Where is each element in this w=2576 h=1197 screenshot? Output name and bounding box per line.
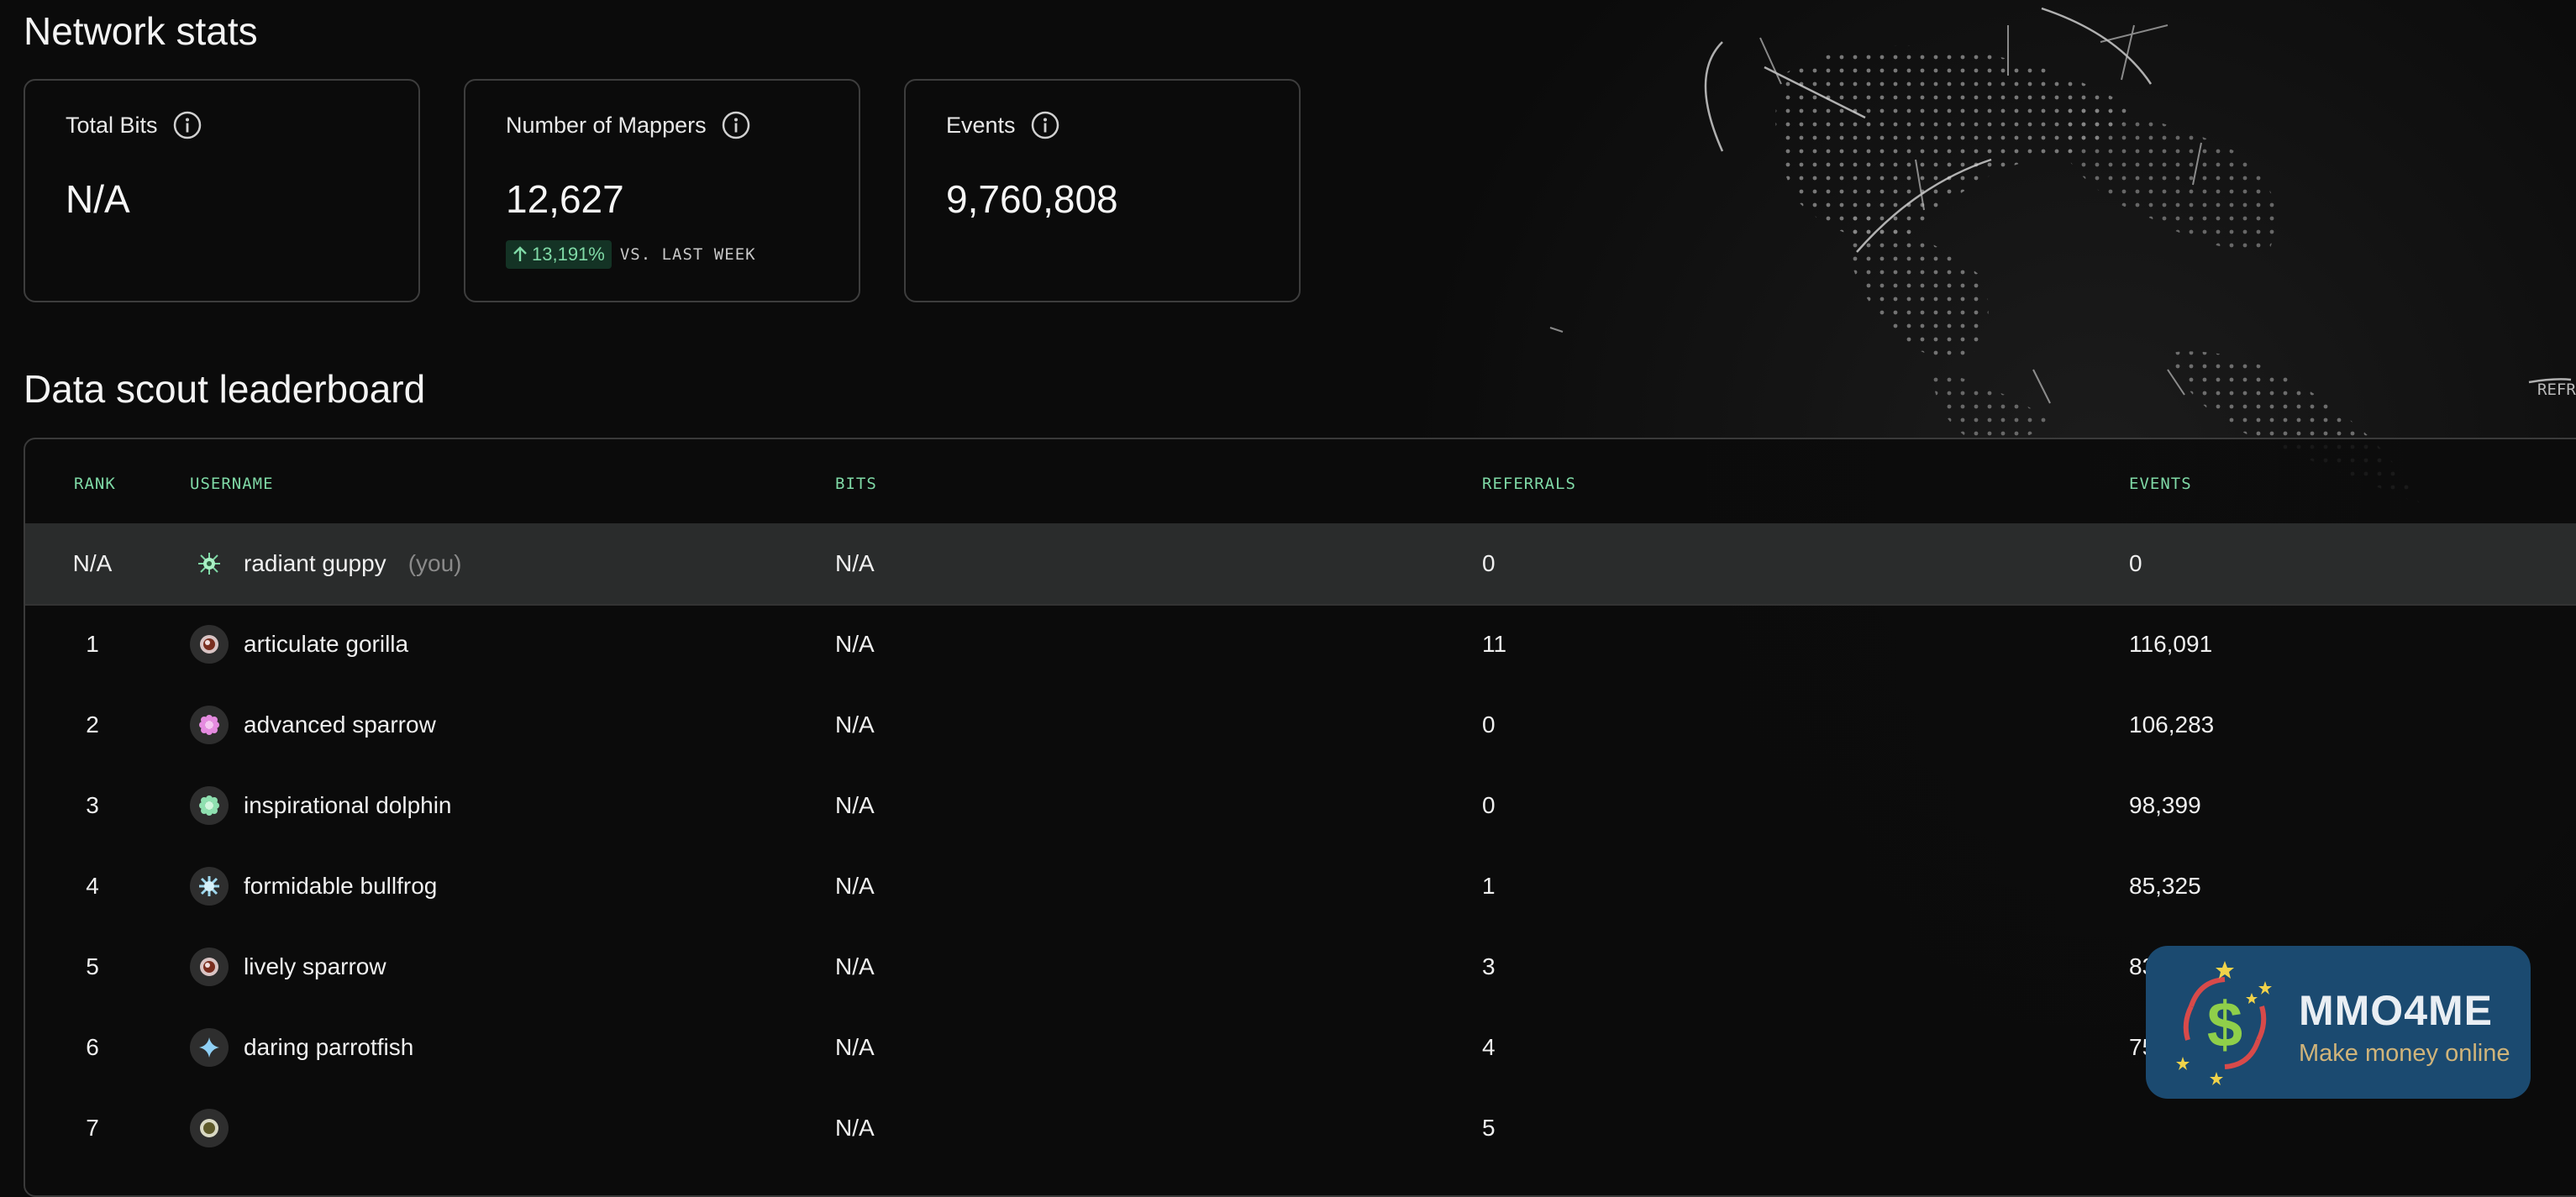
username-text: lively sparrow — [244, 953, 386, 979]
referrals-cell: 0 — [1482, 711, 1496, 738]
username-cell: radiant guppy (you) — [190, 544, 461, 583]
column-header-username[interactable]: USERNAME — [190, 475, 274, 493]
arrow-up-icon — [513, 246, 527, 261]
username-text: daring parrotfish — [244, 1034, 414, 1060]
username-cell: inspirational dolphin — [190, 786, 452, 825]
promo-tagline: Make money online — [2299, 1040, 2510, 1067]
delta-value: 13,191% — [532, 244, 605, 265]
rank-cell: 1 — [86, 631, 99, 657]
stat-card-header: Events — [946, 111, 1059, 139]
username-text: articulate gorilla — [244, 631, 409, 657]
stat-value: 9,760,808 — [946, 177, 1118, 221]
bits-cell: N/A — [835, 953, 875, 979]
column-header-events[interactable]: EVENTS — [2129, 475, 2192, 493]
stat-label: Total Bits — [66, 112, 158, 138]
blue-burst-icon — [190, 867, 229, 906]
you-tag: (you) — [407, 550, 462, 576]
username-cell: advanced sparrow — [190, 706, 436, 744]
table-row-current-user[interactable]: N/A radiant guppy (you) N/A 0 0 — [25, 523, 2576, 606]
bits-cell: N/A — [835, 1034, 875, 1060]
table-row[interactable]: 4 formidable bullfrog N/A 1 85,325 — [25, 846, 2576, 927]
referrals-cell: 5 — [1482, 1115, 1496, 1141]
column-header-rank[interactable]: RANK — [74, 475, 116, 493]
mmo4me-watermark: $ MMO4ME Make money online — [2146, 946, 2531, 1099]
referrals-cell: 4 — [1482, 1034, 1496, 1060]
username-text: inspirational dolphin — [244, 792, 452, 818]
stat-card-mappers: Number of Mappers 12,627 13,191% VS. LAS… — [464, 79, 860, 302]
info-icon[interactable] — [173, 111, 202, 139]
username-cell: daring parrotfish — [190, 1028, 413, 1067]
promo-name: MMO4ME — [2299, 987, 2493, 1034]
events-cell: 116,091 — [2129, 631, 2213, 657]
rank-cell: 6 — [86, 1034, 99, 1060]
table-row[interactable]: 2 advanced sparrow N/A 0 106,283 — [25, 685, 2576, 765]
stat-label: Events — [946, 112, 1016, 138]
green-flower-icon — [190, 786, 229, 825]
orb-icon — [190, 625, 229, 664]
referrals-cell: 11 — [1482, 631, 1507, 657]
stat-card-header: Number of Mappers — [506, 111, 750, 139]
referrals-cell: 0 — [1482, 792, 1496, 818]
orb-icon — [190, 948, 229, 986]
stat-value: 12,627 — [506, 177, 624, 221]
svg-text:$: $ — [2207, 990, 2242, 1061]
username-cell: articulate gorilla — [190, 625, 408, 664]
events-cell: 85,325 — [2129, 873, 2201, 899]
events-cell: 106,283 — [2129, 711, 2215, 738]
stat-value: N/A — [66, 177, 130, 221]
username-cell — [190, 1109, 244, 1147]
dollar-logo-icon: $ — [2176, 961, 2272, 1085]
network-stats-title: Network stats — [24, 9, 258, 53]
rank-cell: N/A — [72, 550, 113, 576]
username-text: advanced sparrow — [244, 711, 436, 738]
info-icon[interactable] — [722, 111, 750, 139]
referrals-cell: 3 — [1482, 953, 1496, 979]
column-header-referrals[interactable]: REFERRALS — [1482, 475, 1576, 493]
orb-icon — [190, 1109, 229, 1147]
bits-cell: N/A — [835, 792, 875, 818]
username-text: formidable bullfrog — [244, 873, 438, 899]
leaderboard-title: Data scout leaderboard — [24, 367, 426, 411]
table-header-row: RANK USERNAME BITS REFERRALS EVENTS — [25, 439, 2576, 525]
stat-card-total-bits: Total Bits N/A — [24, 79, 420, 302]
bits-cell: N/A — [835, 550, 875, 576]
pink-flower-icon — [190, 706, 229, 744]
referrals-cell: 1 — [1482, 873, 1496, 899]
delta-row: 13,191% VS. LAST WEEK — [506, 240, 756, 269]
bits-cell: N/A — [835, 873, 875, 899]
green-burst-icon — [190, 544, 229, 583]
delta-badge: 13,191% — [506, 240, 612, 269]
rank-cell: 7 — [86, 1115, 99, 1141]
delta-label: VS. LAST WEEK — [619, 245, 756, 264]
side-label: REFR — [2537, 381, 2576, 399]
rank-cell: 4 — [86, 873, 99, 899]
referrals-cell: 0 — [1482, 550, 1496, 576]
stat-card-header: Total Bits — [66, 111, 202, 139]
column-header-bits[interactable]: BITS — [835, 475, 877, 493]
table-row[interactable]: 7 N/A 5 — [25, 1088, 2576, 1168]
info-icon[interactable] — [1031, 111, 1059, 139]
username-cell: formidable bullfrog — [190, 867, 437, 906]
table-row[interactable]: 1 articulate gorilla N/A 11 116,091 — [25, 604, 2576, 685]
bits-cell: N/A — [835, 1115, 875, 1141]
username-cell: lively sparrow — [190, 948, 386, 986]
bits-cell: N/A — [835, 631, 875, 657]
table-row[interactable]: 3 inspirational dolphin N/A 0 98,399 — [25, 765, 2576, 846]
events-cell: 0 — [2129, 550, 2142, 576]
username-text: radiant guppy — [244, 550, 386, 576]
events-cell: 98,399 — [2129, 792, 2201, 818]
rank-cell: 3 — [86, 792, 99, 818]
bits-cell: N/A — [835, 711, 875, 738]
stat-card-events: Events 9,760,808 — [904, 79, 1301, 302]
stat-label: Number of Mappers — [506, 112, 707, 138]
blue-star-icon — [190, 1028, 229, 1067]
rank-cell: 5 — [86, 953, 99, 979]
rank-cell: 2 — [86, 711, 99, 738]
